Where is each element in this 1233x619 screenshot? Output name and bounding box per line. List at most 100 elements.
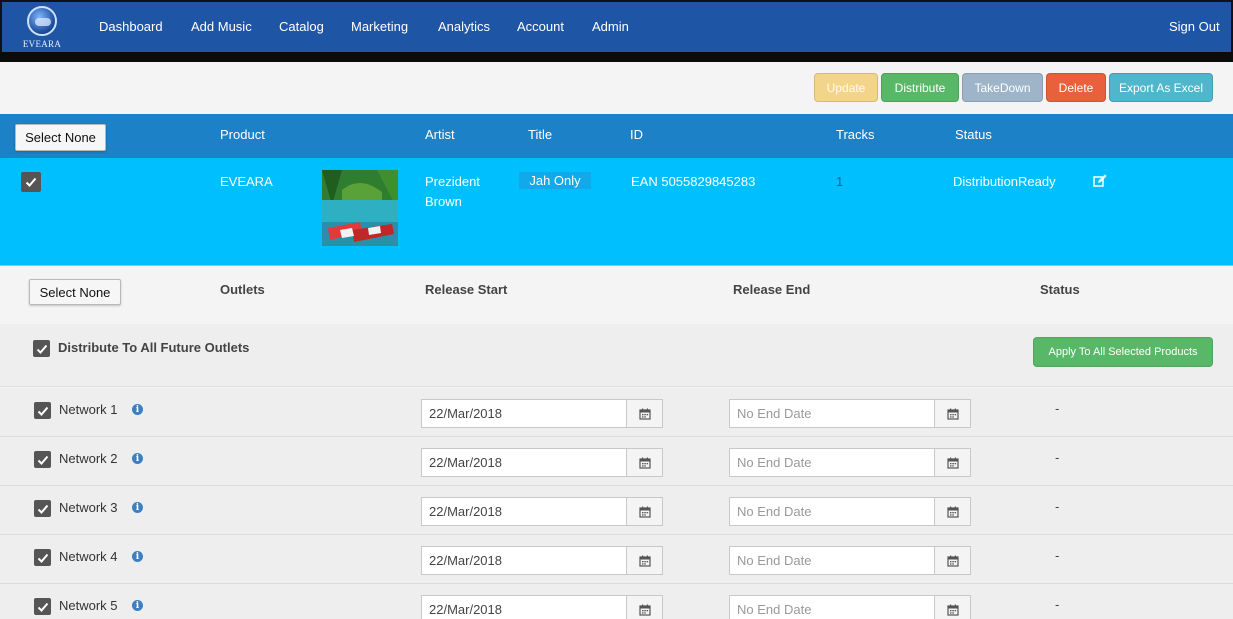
- check-icon: [37, 406, 48, 416]
- release-start-calendar-button[interactable]: [626, 595, 663, 619]
- network-name: Network 1: [59, 402, 118, 417]
- network-checkbox[interactable]: [34, 402, 51, 419]
- calendar-icon: [946, 604, 959, 616]
- export-excel-button[interactable]: Export As Excel: [1109, 73, 1213, 102]
- release-start-calendar-button[interactable]: [626, 497, 663, 526]
- distribute-button[interactable]: Distribute: [881, 73, 959, 102]
- artwork-image: [322, 170, 398, 246]
- nav-admin[interactable]: Admin: [592, 19, 629, 34]
- network-name: Network 3: [59, 500, 118, 515]
- artist-line2: Brown: [425, 194, 462, 209]
- calendar-icon: [946, 555, 959, 567]
- calendar-icon: [638, 555, 651, 567]
- release-end-input[interactable]: No End Date: [729, 546, 935, 575]
- release-start-input[interactable]: 22/Mar/2018: [421, 546, 627, 575]
- release-end-input[interactable]: No End Date: [729, 448, 935, 477]
- apply-all-selected-button[interactable]: Apply To All Selected Products: [1033, 337, 1213, 367]
- info-icon[interactable]: i: [132, 404, 143, 415]
- release-start-input[interactable]: 22/Mar/2018: [421, 399, 627, 428]
- release-end-calendar-button[interactable]: [934, 497, 971, 526]
- calendar-icon: [638, 506, 651, 518]
- check-icon: [36, 344, 47, 354]
- network-checkbox[interactable]: [34, 549, 51, 566]
- product-title: Jah Only: [519, 172, 591, 189]
- product-id: EAN 5055829845283: [631, 174, 756, 189]
- network-name: Network 4: [59, 549, 118, 564]
- header-release-start: Release Start: [425, 282, 508, 297]
- release-end-calendar-button[interactable]: [934, 448, 971, 477]
- header-artist: Artist: [425, 127, 455, 142]
- calendar-icon: [946, 457, 959, 469]
- artist-line1: Prezident: [425, 174, 480, 189]
- product-name: EVEARA: [220, 174, 273, 189]
- release-start-calendar-button[interactable]: [626, 448, 663, 477]
- network-status: -: [1055, 548, 1060, 563]
- calendar-icon: [946, 408, 959, 420]
- check-icon: [37, 602, 48, 612]
- release-end-calendar-button[interactable]: [934, 399, 971, 428]
- check-icon: [37, 504, 48, 514]
- check-icon: [37, 553, 48, 563]
- select-none-products-button[interactable]: Select None: [15, 124, 106, 151]
- info-icon[interactable]: i: [132, 453, 143, 464]
- navbar-divider: [0, 52, 1233, 62]
- header-id: ID: [630, 127, 643, 142]
- info-icon[interactable]: i: [132, 551, 143, 562]
- network-checkbox[interactable]: [34, 500, 51, 517]
- release-end-input[interactable]: No End Date: [729, 399, 935, 428]
- header-outlets: Outlets: [220, 282, 265, 297]
- nav-analytics[interactable]: Analytics: [438, 19, 490, 34]
- calendar-icon: [638, 604, 651, 616]
- delete-button[interactable]: Delete: [1046, 73, 1106, 102]
- product-row-checkbox[interactable]: [21, 172, 41, 192]
- header-tracks: Tracks: [836, 127, 875, 142]
- network-status: -: [1055, 597, 1060, 612]
- takedown-button[interactable]: TakeDown: [962, 73, 1043, 102]
- tracks-count-link[interactable]: 1: [836, 174, 843, 189]
- release-end-input[interactable]: No End Date: [729, 497, 935, 526]
- release-start-input[interactable]: 22/Mar/2018: [421, 595, 627, 619]
- future-outlets-label: Distribute To All Future Outlets: [58, 340, 250, 355]
- network-checkbox[interactable]: [34, 598, 51, 615]
- network-name: Network 2: [59, 451, 118, 466]
- header-status: Status: [955, 127, 992, 142]
- check-icon: [25, 177, 37, 187]
- release-start-calendar-button[interactable]: [626, 399, 663, 428]
- network-checkbox[interactable]: [34, 451, 51, 468]
- brand-logo[interactable]: EVEARA: [22, 4, 62, 50]
- release-start-input[interactable]: 22/Mar/2018: [421, 448, 627, 477]
- product-status: DistributionReady: [953, 174, 1056, 189]
- check-icon: [37, 455, 48, 465]
- globe-icon: [27, 6, 57, 36]
- logo-wordmark: EVEARA: [22, 39, 62, 49]
- release-start-calendar-button[interactable]: [626, 546, 663, 575]
- network-name: Network 5: [59, 598, 118, 613]
- nav-account[interactable]: Account: [517, 19, 564, 34]
- release-end-calendar-button[interactable]: [934, 595, 971, 619]
- calendar-icon: [638, 457, 651, 469]
- release-end-calendar-button[interactable]: [934, 546, 971, 575]
- header-release-end: Release End: [733, 282, 811, 297]
- header-title: Title: [528, 127, 553, 142]
- header-outlet-status: Status: [1040, 282, 1080, 297]
- sign-out-link[interactable]: Sign Out: [1169, 19, 1220, 34]
- select-none-outlets-button[interactable]: Select None: [29, 279, 121, 305]
- calendar-icon: [946, 506, 959, 518]
- nav-catalog[interactable]: Catalog: [279, 19, 324, 34]
- info-icon[interactable]: i: [132, 502, 143, 513]
- update-button[interactable]: Update: [814, 73, 878, 102]
- edit-icon[interactable]: [1093, 174, 1107, 188]
- nav-add-music[interactable]: Add Music: [191, 19, 252, 34]
- nav-dashboard[interactable]: Dashboard: [99, 19, 163, 34]
- network-status: -: [1055, 499, 1060, 514]
- network-status: -: [1055, 450, 1060, 465]
- release-end-input[interactable]: No End Date: [729, 595, 935, 619]
- release-start-input[interactable]: 22/Mar/2018: [421, 497, 627, 526]
- nav-marketing[interactable]: Marketing: [351, 19, 408, 34]
- products-table-header: [0, 114, 1233, 158]
- info-icon[interactable]: i: [132, 600, 143, 611]
- product-artwork[interactable]: [322, 170, 398, 246]
- future-outlets-checkbox[interactable]: [33, 340, 50, 357]
- calendar-icon: [638, 408, 651, 420]
- network-status: -: [1055, 401, 1060, 416]
